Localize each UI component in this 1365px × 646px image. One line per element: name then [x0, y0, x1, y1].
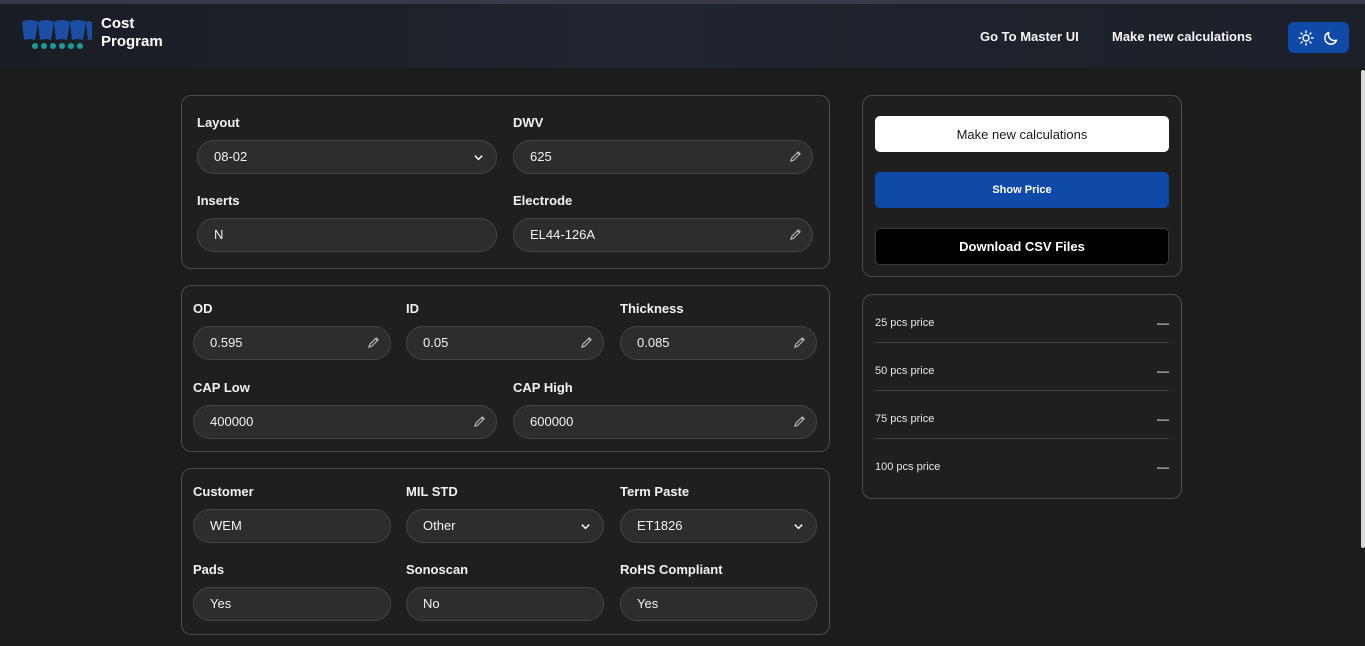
- customer-value: WEM: [210, 518, 242, 533]
- term-paste-label: Term Paste: [620, 484, 690, 499]
- sonoscan-value: No: [423, 596, 440, 611]
- price-row: 75 pcs price —: [875, 391, 1169, 439]
- rohs-label: RoHS Compliant: [620, 562, 723, 577]
- electrode-value: EL44-126A: [530, 227, 596, 242]
- pads-label: Pads: [193, 562, 225, 577]
- customer-label: Customer: [193, 484, 254, 499]
- layout-value: 08-02: [214, 149, 248, 164]
- theme-toggle-button[interactable]: [1288, 22, 1349, 53]
- mil-std-label: MIL STD: [406, 484, 458, 499]
- pencil-icon: [789, 151, 801, 163]
- pencil-icon: [793, 416, 805, 428]
- brand-title: Cost Program: [101, 15, 163, 51]
- pads-input[interactable]: Yes: [193, 587, 391, 621]
- chevron-down-icon: [474, 155, 483, 161]
- dwv-input[interactable]: 625: [513, 140, 813, 174]
- term-paste-value: ET1826: [637, 518, 683, 533]
- thickness-input[interactable]: 0.085: [620, 326, 817, 360]
- inserts-input[interactable]: N: [197, 218, 497, 252]
- dwv-label: DWV: [513, 115, 544, 130]
- price-row: 25 pcs price —: [875, 295, 1169, 343]
- moon-icon[interactable]: [1323, 30, 1339, 46]
- price-value: —: [1157, 412, 1169, 426]
- term-paste-select[interactable]: ET1826: [620, 509, 817, 543]
- price-label: 50 pcs price: [875, 365, 935, 377]
- inserts-label: Inserts: [197, 193, 240, 208]
- price-row: 50 pcs price —: [875, 343, 1169, 391]
- pencil-icon: [789, 229, 801, 241]
- cap-high-label: CAP High: [513, 380, 573, 395]
- price-label: 100 pcs price: [875, 461, 941, 473]
- nav-make-new-calculations[interactable]: Make new calculations: [1112, 29, 1252, 44]
- layout-select[interactable]: 08-02: [197, 140, 497, 174]
- cap-low-value: 400000: [210, 414, 254, 429]
- mil-std-select[interactable]: Other: [406, 509, 604, 543]
- rohs-input[interactable]: Yes: [620, 587, 817, 621]
- show-price-button[interactable]: Show Price: [875, 172, 1169, 208]
- rohs-value: Yes: [637, 596, 659, 611]
- price-label: 25 pcs price: [875, 317, 935, 329]
- od-input[interactable]: 0.595: [193, 326, 391, 360]
- mil-std-value: Other: [423, 518, 456, 533]
- customer-input[interactable]: WEM: [193, 509, 391, 543]
- cap-high-input[interactable]: 600000: [513, 405, 817, 439]
- thickness-label: Thickness: [620, 301, 684, 316]
- price-label: 75 pcs price: [875, 413, 935, 425]
- price-value: —: [1157, 460, 1169, 474]
- od-label: OD: [193, 301, 213, 316]
- pencil-icon: [580, 337, 592, 349]
- price-value: —: [1157, 316, 1169, 330]
- company-logo: [22, 20, 92, 49]
- nav-go-to-master-ui[interactable]: Go To Master UI: [980, 29, 1079, 44]
- id-label: ID: [406, 301, 419, 316]
- brand-line-2: Program: [101, 33, 163, 50]
- sonoscan-label: Sonoscan: [406, 562, 469, 577]
- id-input[interactable]: 0.05: [406, 326, 604, 360]
- sonoscan-input[interactable]: No: [406, 587, 604, 621]
- page-scrollbar[interactable]: [1361, 70, 1365, 548]
- cap-low-input[interactable]: 400000: [193, 405, 497, 439]
- chevron-down-icon: [581, 524, 590, 530]
- chevron-down-icon: [794, 524, 803, 530]
- top-navbar: Cost Program Go To Master UI Make new ca…: [0, 4, 1365, 68]
- cap-low-label: CAP Low: [193, 380, 250, 395]
- electrode-label: Electrode: [513, 193, 573, 208]
- price-row: 100 pcs price —: [875, 439, 1169, 487]
- layout-label: Layout: [197, 115, 240, 130]
- sun-icon[interactable]: [1298, 29, 1314, 46]
- brand-line-1: Cost: [101, 15, 135, 32]
- od-value: 0.595: [210, 335, 243, 350]
- make-new-calculations-button[interactable]: Make new calculations: [875, 116, 1169, 152]
- thickness-value: 0.085: [637, 335, 670, 350]
- pads-value: Yes: [210, 596, 232, 611]
- id-value: 0.05: [423, 335, 449, 350]
- pencil-icon: [367, 337, 379, 349]
- price-value: —: [1157, 364, 1169, 378]
- electrode-input[interactable]: EL44-126A: [513, 218, 813, 252]
- dwv-value: 625: [530, 149, 552, 164]
- download-csv-button[interactable]: Download CSV Files: [875, 228, 1169, 265]
- pencil-icon: [793, 337, 805, 349]
- pencil-icon: [473, 416, 485, 428]
- cap-high-value: 600000: [530, 414, 574, 429]
- inserts-value: N: [214, 227, 224, 242]
